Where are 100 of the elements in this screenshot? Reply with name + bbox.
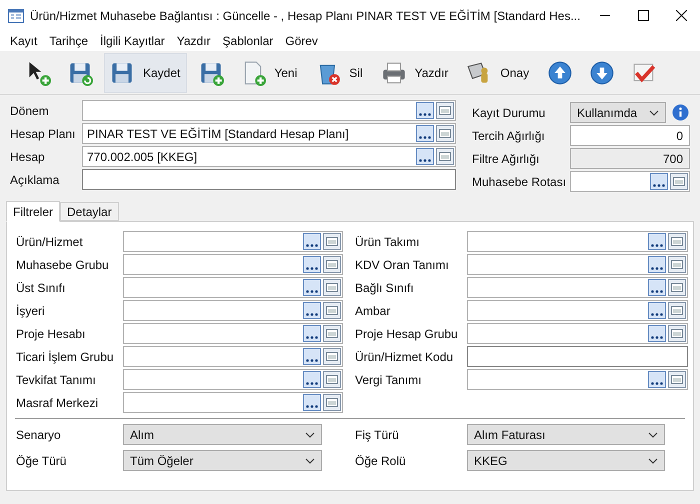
lookup-field[interactable] (467, 231, 688, 252)
field-label: Hesap Planı (10, 126, 76, 142)
form-icon (439, 106, 451, 115)
tab[interactable]: Detaylar (60, 202, 119, 221)
form-icon (439, 129, 451, 138)
form-icon (326, 283, 338, 292)
text-field[interactable] (467, 346, 688, 367)
field-label: Ürün/Hizmet Kodu (355, 348, 454, 366)
lookup-button[interactable] (303, 256, 321, 273)
field-label: Filtre Ağırlığı (472, 150, 540, 168)
menu-item[interactable]: Şablonlar (216, 32, 280, 50)
number-field[interactable]: 700 (570, 148, 690, 169)
lookup-button[interactable] (648, 256, 666, 273)
lookup-field[interactable] (467, 369, 688, 390)
menu-item[interactable]: Tarihçe (43, 32, 94, 50)
menu-item[interactable]: Yazdır (170, 32, 217, 50)
field-label: Proje Hesabı (16, 326, 86, 342)
ellipsis-icon (651, 336, 663, 339)
form-icon (671, 375, 683, 384)
lookup-field[interactable] (467, 277, 688, 298)
lookup-button[interactable] (648, 233, 666, 250)
chevron-down-icon (305, 432, 315, 438)
lookup-button[interactable] (648, 371, 666, 388)
field-label: Proje Hesap Grubu (355, 326, 459, 342)
dropdown[interactable]: KKEG (467, 450, 665, 471)
lookup-button[interactable] (648, 302, 666, 319)
dropdown[interactable]: Alım (123, 424, 322, 445)
lookup-button[interactable] (416, 125, 434, 142)
close-icon (676, 10, 686, 21)
dropdown[interactable]: Alım Faturası (467, 424, 665, 445)
field-label: İşyeri (16, 302, 46, 320)
lookup-button[interactable] (303, 371, 321, 388)
field-label: Ürün Takımı (355, 234, 420, 250)
lookup-button[interactable] (648, 325, 666, 342)
chevron-down-icon (648, 432, 658, 438)
ellipsis-icon (306, 244, 318, 247)
field-label: Üst Sınıfı (16, 280, 66, 296)
field-label: KDV Oran Tanımı (355, 256, 450, 274)
toolbar-button[interactable]: Onay (461, 52, 536, 92)
field-label: Fiş Türü (355, 426, 400, 444)
ellipsis-icon (419, 113, 431, 116)
lookup-field[interactable] (123, 369, 343, 390)
lookup-button[interactable] (650, 173, 668, 190)
lookup-button[interactable] (416, 102, 434, 119)
text-field[interactable] (82, 169, 456, 190)
field-label: Dönem (10, 102, 50, 120)
lookup-field[interactable] (82, 100, 456, 121)
field-label: Senaryo (16, 426, 62, 444)
field-label: Masraf Merkezi (16, 394, 100, 412)
lookup-button[interactable] (303, 325, 321, 342)
lookup-field[interactable] (123, 300, 343, 321)
ellipsis-icon (653, 184, 665, 187)
form-icon (326, 375, 338, 384)
ellipsis-icon (651, 244, 663, 247)
tab[interactable]: Filtreler (6, 201, 60, 222)
form-icon (673, 177, 685, 186)
ellipsis-icon (419, 136, 431, 139)
lookup-field[interactable] (123, 323, 343, 344)
menu-item[interactable]: İlgili Kayıtlar (94, 32, 171, 50)
field-label: Ticari İşlem Grubu (16, 348, 115, 366)
lookup-button[interactable] (303, 279, 321, 296)
toolbar-button[interactable]: Kaydet (104, 52, 188, 92)
minimize-icon (600, 15, 610, 16)
field-label: Öğe Rolü (355, 452, 407, 470)
dropdown[interactable]: Tüm Öğeler (123, 450, 322, 471)
lookup-button[interactable] (416, 148, 434, 165)
toolbar-button[interactable]: Yazdır (376, 52, 456, 92)
lookup-field[interactable] (467, 254, 688, 275)
lookup-field[interactable] (467, 323, 688, 344)
lookup-field[interactable] (123, 346, 343, 367)
toolbar-button[interactable]: Sil (310, 52, 370, 92)
number-field[interactable]: 0 (570, 125, 690, 146)
toolbar-button[interactable]: Yeni (235, 52, 304, 92)
field-label: Muhasebe Rotası (472, 174, 568, 190)
lookup-field[interactable] (123, 392, 343, 413)
ellipsis-icon (651, 382, 663, 385)
lookup-field[interactable]: PINAR TEST VE EĞİTİM [Standard Hesap Planı] (82, 123, 456, 144)
form-icon (671, 237, 683, 246)
lookup-button[interactable] (303, 348, 321, 365)
field-label: Hesap (10, 148, 46, 166)
lookup-button[interactable] (648, 279, 666, 296)
lookup-button[interactable] (303, 394, 321, 411)
lookup-button[interactable] (303, 302, 321, 319)
field-label: Öğe Türü (16, 452, 68, 470)
chevron-down-icon (649, 110, 659, 116)
menu-item[interactable]: Kayıt (4, 32, 44, 50)
lookup-field[interactable] (123, 254, 343, 275)
lookup-field[interactable] (570, 171, 690, 192)
lookup-field[interactable]: 770.002.005 [KKEG] (82, 146, 456, 167)
info-icon[interactable] (672, 104, 689, 121)
lookup-field[interactable] (467, 300, 688, 321)
lookup-field[interactable] (123, 277, 343, 298)
lookup-button[interactable] (303, 233, 321, 250)
ellipsis-icon (306, 405, 318, 408)
printer-icon (380, 60, 407, 86)
lookup-field[interactable] (123, 231, 343, 252)
menu-item[interactable]: Görev (279, 32, 324, 50)
form-icon (326, 329, 338, 338)
dropdown[interactable]: Kullanımda (570, 102, 666, 123)
field-label: Tevkifat Tanımı (16, 372, 97, 388)
